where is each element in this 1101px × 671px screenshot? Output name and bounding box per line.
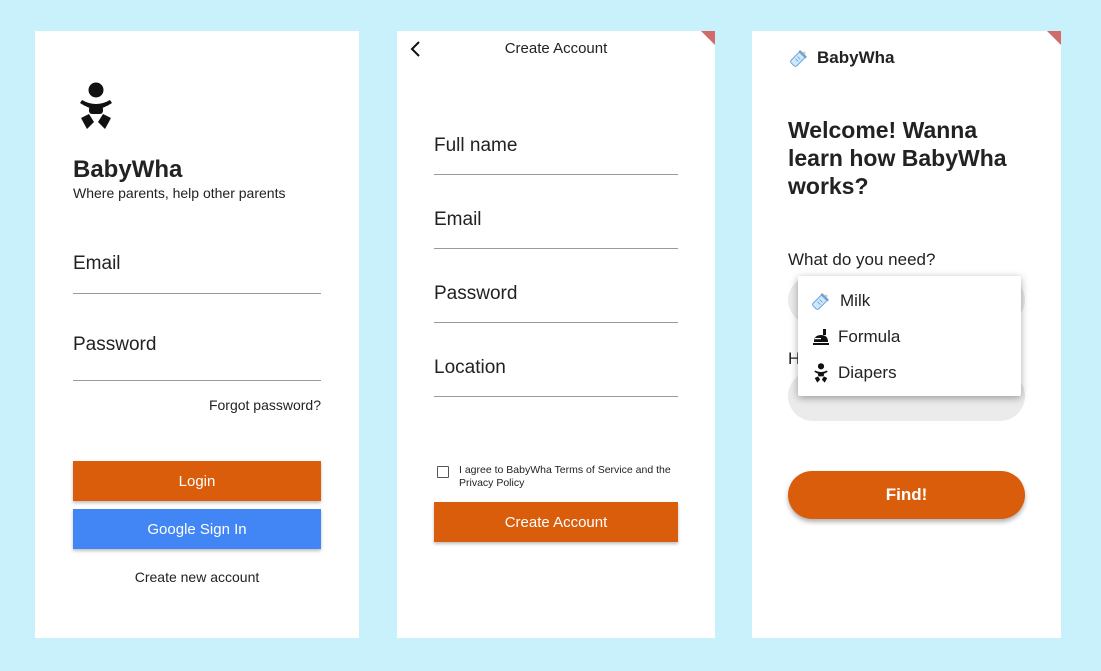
app-title: BabyWha [73, 156, 183, 183]
password-field[interactable]: Password [73, 332, 321, 381]
terms-agreement-text: I agree to BabyWha Terms of Service and … [459, 464, 671, 489]
app-tagline: Where parents, help other parents [73, 185, 286, 201]
email-field[interactable]: Email [73, 252, 321, 294]
email-field-label: Email [434, 209, 482, 230]
need-question-label: What do you need? [788, 250, 936, 269]
menu-item-diapers[interactable]: Diapers [812, 361, 897, 385]
baby-bottle-icon [790, 50, 807, 67]
baby-icon [80, 82, 112, 129]
location-field[interactable]: Location [434, 354, 678, 397]
welcome-heading: Welcome! Wanna learn how BabyWha works? [788, 117, 1007, 199]
need-dropdown-menu: Milk Formula Diapers [798, 276, 1021, 396]
terms-checkbox[interactable] [437, 466, 449, 478]
create-account-button[interactable]: Create Account [434, 502, 678, 542]
find-button[interactable]: Find! [788, 471, 1025, 519]
password-field-label: Password [434, 283, 518, 304]
menu-item-label: Diapers [838, 363, 897, 382]
baby-icon [814, 363, 828, 383]
password-field[interactable]: Password [434, 280, 678, 323]
brand-name: BabyWha [817, 48, 895, 67]
menu-item-milk[interactable]: Milk [810, 289, 870, 313]
login-button[interactable]: Login [73, 461, 321, 501]
formula-icon [813, 329, 829, 345]
menu-item-label: Milk [840, 291, 871, 310]
full-name-field-label: Full name [434, 135, 518, 156]
email-field[interactable]: Email [434, 206, 678, 249]
debug-banner-corner [1047, 31, 1061, 45]
baby-bottle-icon [812, 293, 829, 310]
google-sign-in-button[interactable]: Google Sign In [73, 509, 321, 549]
create-account-screen: Create Account Full name Email Password … [397, 31, 715, 638]
brand-header: BabyWha [788, 47, 894, 69]
menu-item-formula[interactable]: Formula [812, 325, 900, 349]
home-screen: BabyWha Welcome! Wanna learn how BabyWha… [752, 31, 1061, 638]
password-field-label: Password [73, 334, 157, 355]
menu-item-label: Formula [838, 327, 901, 346]
location-field-label: Location [434, 357, 506, 378]
forgot-password-link[interactable]: Forgot password? [209, 397, 321, 413]
create-new-account-link[interactable]: Create new account [35, 569, 359, 585]
email-field-label: Email [73, 253, 121, 274]
login-screen: BabyWha Where parents, help other parent… [35, 31, 359, 638]
page-title: Create Account [504, 40, 608, 57]
full-name-field[interactable]: Full name [434, 132, 678, 175]
